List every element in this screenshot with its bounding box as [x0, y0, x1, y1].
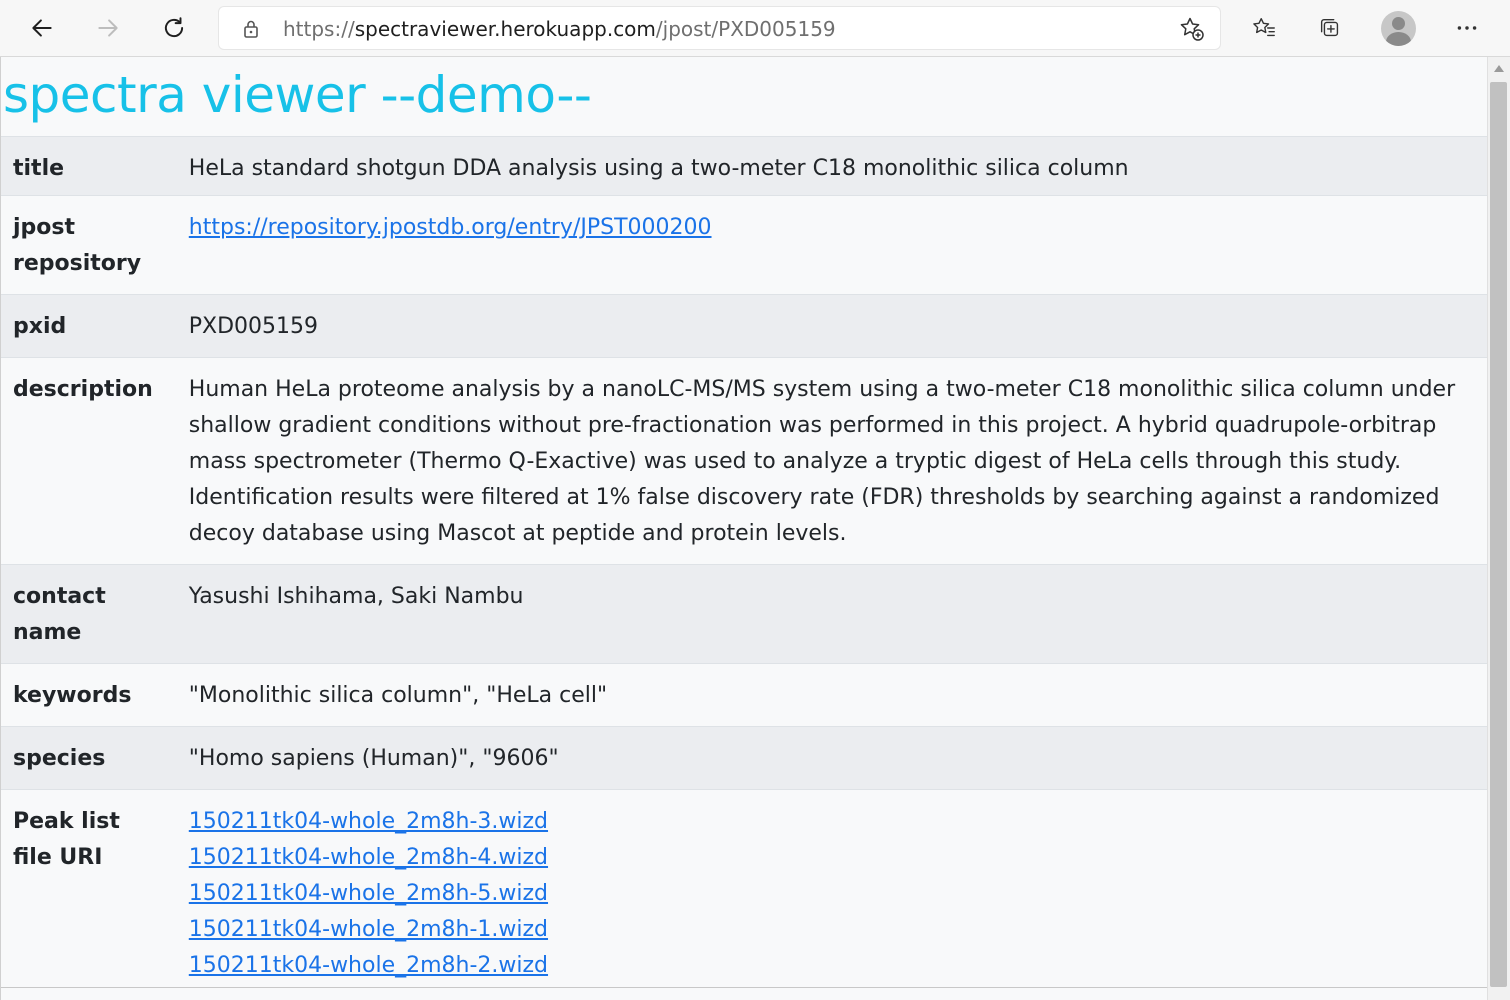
page-viewport: spectra viewer --demo-- title HeLa stand… — [0, 57, 1487, 1000]
avatar-body — [1386, 32, 1411, 46]
browser-toolbar: https://spectraviewer.herokuapp.com/jpos… — [0, 0, 1510, 57]
lock-icon[interactable] — [239, 17, 263, 41]
row-value-jpost-repository: https://repository.jpostdb.org/entry/JPS… — [164, 195, 1487, 295]
profile-avatar[interactable] — [1381, 11, 1416, 46]
row-value-species: "Homo sapiens (Human)", "9606" — [164, 726, 1487, 790]
page-title: spectra viewer --demo-- — [3, 66, 592, 124]
favorites-icon — [1253, 18, 1275, 37]
table-row: contact name Yasushi Ishihama, Saki Namb… — [1, 564, 1487, 664]
row-key-title: title — [1, 136, 165, 196]
avatar-head — [1392, 17, 1405, 30]
row-key-contact-name: contact name — [1, 564, 165, 664]
row-key-species: species — [1, 726, 165, 790]
add-favorite-icon[interactable] — [1178, 15, 1206, 43]
url-path: /jpost/PXD005159 — [655, 17, 836, 41]
row-key-jpost-repository: jpost repository — [1, 195, 165, 295]
metadata-table: title HeLa standard shotgun DDA analysis… — [1, 136, 1487, 996]
forward-button[interactable] — [88, 8, 128, 48]
row-key-peak-list-file-uri: Peak list file URI — [1, 789, 165, 996]
table-row: keywords "Monolithic silica column", "He… — [1, 663, 1487, 727]
back-icon — [32, 19, 52, 37]
url-prefix: https:// — [283, 17, 355, 41]
more-button[interactable] — [1447, 8, 1487, 48]
row-key-keywords: keywords — [1, 663, 165, 727]
table-row: species "Homo sapiens (Human)", "9606" — [1, 726, 1487, 790]
row-value-peak-list-files: 150211tk04-whole_2m8h-3.wizd 150211tk04-… — [164, 789, 1487, 996]
vertical-scrollbar[interactable] — [1487, 57, 1510, 1000]
row-value-keywords: "Monolithic silica column", "HeLa cell" — [164, 663, 1487, 727]
row-value-pxid: PXD005159 — [164, 294, 1487, 358]
row-value-contact-name: Yasushi Ishihama, Saki Nambu — [164, 564, 1487, 664]
table-row: description Human HeLa proteome analysis… — [1, 357, 1487, 565]
refresh-icon — [164, 17, 184, 38]
address-bar[interactable]: https://spectraviewer.herokuapp.com/jpos… — [218, 6, 1221, 50]
row-value-description: Human HeLa proteome analysis by a nanoLC… — [164, 357, 1487, 565]
more-icon — [1457, 26, 1477, 30]
favorites-button[interactable] — [1244, 8, 1284, 48]
url-host: spectraviewer.herokuapp.com — [354, 17, 656, 41]
scroll-up-arrow-icon[interactable] — [1494, 65, 1504, 72]
peak-list-file-link[interactable]: 150211tk04-whole_2m8h-1.wizd — [189, 912, 1475, 948]
url-text[interactable]: https://spectraviewer.herokuapp.com/jpos… — [283, 17, 836, 41]
table-row: title HeLa standard shotgun DDA analysis… — [1, 136, 1487, 196]
back-button[interactable] — [22, 8, 62, 48]
scrollbar-thumb[interactable] — [1490, 82, 1507, 987]
table-row: pxid PXD005159 — [1, 294, 1487, 358]
peak-list-file-link[interactable]: 150211tk04-whole_2m8h-4.wizd — [189, 840, 1475, 876]
peak-list-file-link[interactable]: 150211tk04-whole_2m8h-5.wizd — [189, 876, 1475, 912]
row-key-pxid: pxid — [1, 294, 165, 358]
peak-list-file-link[interactable]: 150211tk04-whole_2m8h-2.wizd — [189, 948, 1475, 984]
row-value-title: HeLa standard shotgun DDA analysis using… — [164, 136, 1487, 196]
peak-list-file-link[interactable]: 150211tk04-whole_2m8h-3.wizd — [189, 804, 1475, 840]
collections-button[interactable] — [1310, 8, 1350, 48]
table-row: Peak list file URI 150211tk04-whole_2m8h… — [1, 789, 1487, 996]
refresh-button[interactable] — [154, 8, 194, 48]
table-row: jpost repository https://repository.jpos… — [1, 195, 1487, 295]
table-bottom-border — [1, 987, 1487, 988]
row-key-description: description — [1, 357, 165, 565]
jpost-repository-link[interactable]: https://repository.jpostdb.org/entry/JPS… — [189, 215, 712, 240]
collections-icon — [1320, 18, 1339, 37]
forward-icon — [98, 19, 118, 37]
